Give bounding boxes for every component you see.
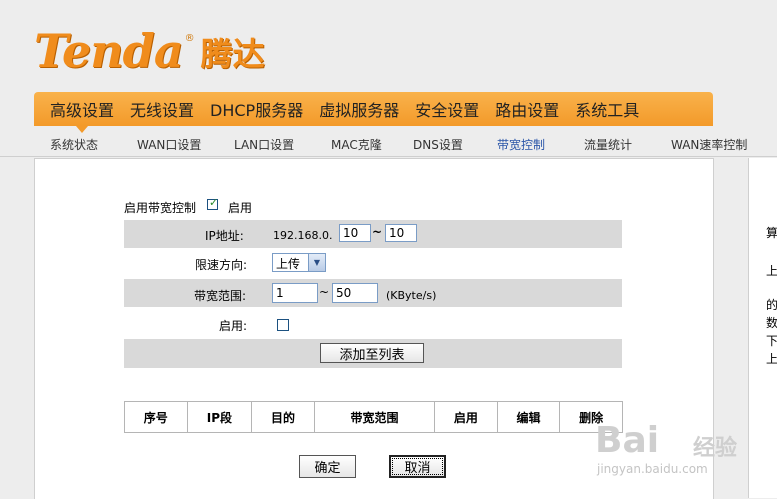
main-nav-routing[interactable]: 路由设置 xyxy=(487,97,567,121)
col-header-destination: 目的 xyxy=(251,401,315,433)
ip-prefix: 192.168.0. xyxy=(273,229,333,242)
direction-select[interactable]: 上传 ▼ xyxy=(272,253,326,272)
registered-mark: ® xyxy=(184,33,195,44)
table-header-row: 序号 IP段 目的 带宽范围 启用 编辑 删除 xyxy=(124,401,623,433)
main-nav-wireless[interactable]: 无线设置 xyxy=(122,97,202,121)
ip-end-input[interactable] xyxy=(385,224,417,242)
ip-start-input[interactable] xyxy=(339,224,371,242)
main-nav-virtual-server[interactable]: 虚拟服务器 xyxy=(311,97,407,121)
sub-nav-lan-settings[interactable]: LAN口设置 xyxy=(234,136,294,153)
sub-nav-bandwidth-control[interactable]: 带宽控制 xyxy=(497,136,545,153)
help-text-fragment: 数 xyxy=(766,316,777,330)
direction-value: 上传 xyxy=(276,257,301,271)
enable-bw-checkbox[interactable]: ✓ xyxy=(207,196,219,210)
sub-nav: 系统状态 WAN口设置 LAN口设置 MAC克隆 DNS设置 带宽控制 流量统计… xyxy=(0,126,777,157)
ip-row: IP地址: 192.168.0. ~ xyxy=(124,220,622,248)
range-label: 带宽范围: xyxy=(194,289,247,303)
range-max-input[interactable] xyxy=(332,283,378,303)
cancel-button[interactable]: 取消 xyxy=(389,455,446,478)
watermark-url: jingyan.baidu.com xyxy=(597,462,708,476)
sub-nav-mac-clone[interactable]: MAC克隆 xyxy=(331,136,382,153)
chevron-down-icon[interactable]: ▼ xyxy=(308,254,325,271)
range-min-input[interactable] xyxy=(272,283,318,303)
sub-nav-system-status[interactable]: 系统状态 xyxy=(50,136,98,153)
rules-table: 序号 IP段 目的 带宽范围 启用 编辑 删除 xyxy=(124,401,623,433)
add-row: 添加至列表 xyxy=(124,339,622,368)
bandwidth-range-row: 带宽范围: ~ (KByte/s) xyxy=(124,279,622,307)
sub-nav-traffic-stats[interactable]: 流量统计 xyxy=(584,136,632,153)
col-header-bandwidth-range: 带宽范围 xyxy=(313,401,436,433)
range-separator: ~ xyxy=(319,285,330,299)
brand-cn-name: 腾达 xyxy=(200,35,265,73)
enable-label: 启用: xyxy=(219,319,248,333)
main-nav: 高级设置 无线设置 DHCP服务器 虚拟服务器 安全设置 路由设置 系统工具 xyxy=(34,92,713,126)
main-nav-security[interactable]: 安全设置 xyxy=(407,97,487,121)
add-to-list-button[interactable]: 添加至列表 xyxy=(320,343,424,363)
direction-row: 限速方向: 上传 ▼ xyxy=(124,249,622,277)
main-nav-dhcp[interactable]: DHCP服务器 xyxy=(202,97,311,121)
help-text-fragment: 的 xyxy=(766,298,777,312)
col-header-ip-range: IP段 xyxy=(186,401,253,433)
help-text-fragment: 上 xyxy=(766,264,777,278)
sub-nav-dns-settings[interactable]: DNS设置 xyxy=(413,136,463,153)
col-header-enable: 启用 xyxy=(434,401,498,433)
col-header-index: 序号 xyxy=(124,401,188,433)
tenda-logo: Tenda ® 腾达 xyxy=(34,20,265,74)
help-text-fragment: 下 xyxy=(766,334,777,348)
enable-checkbox[interactable] xyxy=(277,319,289,331)
main-nav-system-tools[interactable]: 系统工具 xyxy=(567,97,647,121)
enable-bw-label: 启用带宽控制 xyxy=(124,201,197,215)
ip-label: IP地址: xyxy=(205,229,244,243)
direction-label: 限速方向: xyxy=(195,258,248,272)
ip-separator: ~ xyxy=(372,225,383,239)
check-icon: ✓ xyxy=(209,196,219,209)
sub-nav-wan-rate-control[interactable]: WAN速率控制 xyxy=(671,136,747,153)
main-nav-advanced[interactable]: 高级设置 xyxy=(34,97,122,121)
enable-row: 启用: xyxy=(124,309,622,337)
help-text-fragment: 算 xyxy=(766,226,777,240)
enable-bw-text: 启用 xyxy=(228,201,253,215)
baidu-jingyan-watermark: Bai 经验 jingyan.baidu.com xyxy=(595,416,775,486)
sub-nav-wan-settings[interactable]: WAN口设置 xyxy=(137,136,201,153)
col-header-edit: 编辑 xyxy=(496,401,561,433)
watermark-brand: Bai xyxy=(595,420,660,461)
range-unit: (KByte/s) xyxy=(386,289,437,302)
brand-name: Tenda xyxy=(34,24,184,78)
nav-pointer-icon xyxy=(76,126,88,133)
help-text-fragment: 上 xyxy=(766,352,777,366)
ok-button[interactable]: 确定 xyxy=(299,455,356,478)
watermark-jingyan: 经验 xyxy=(693,436,738,461)
